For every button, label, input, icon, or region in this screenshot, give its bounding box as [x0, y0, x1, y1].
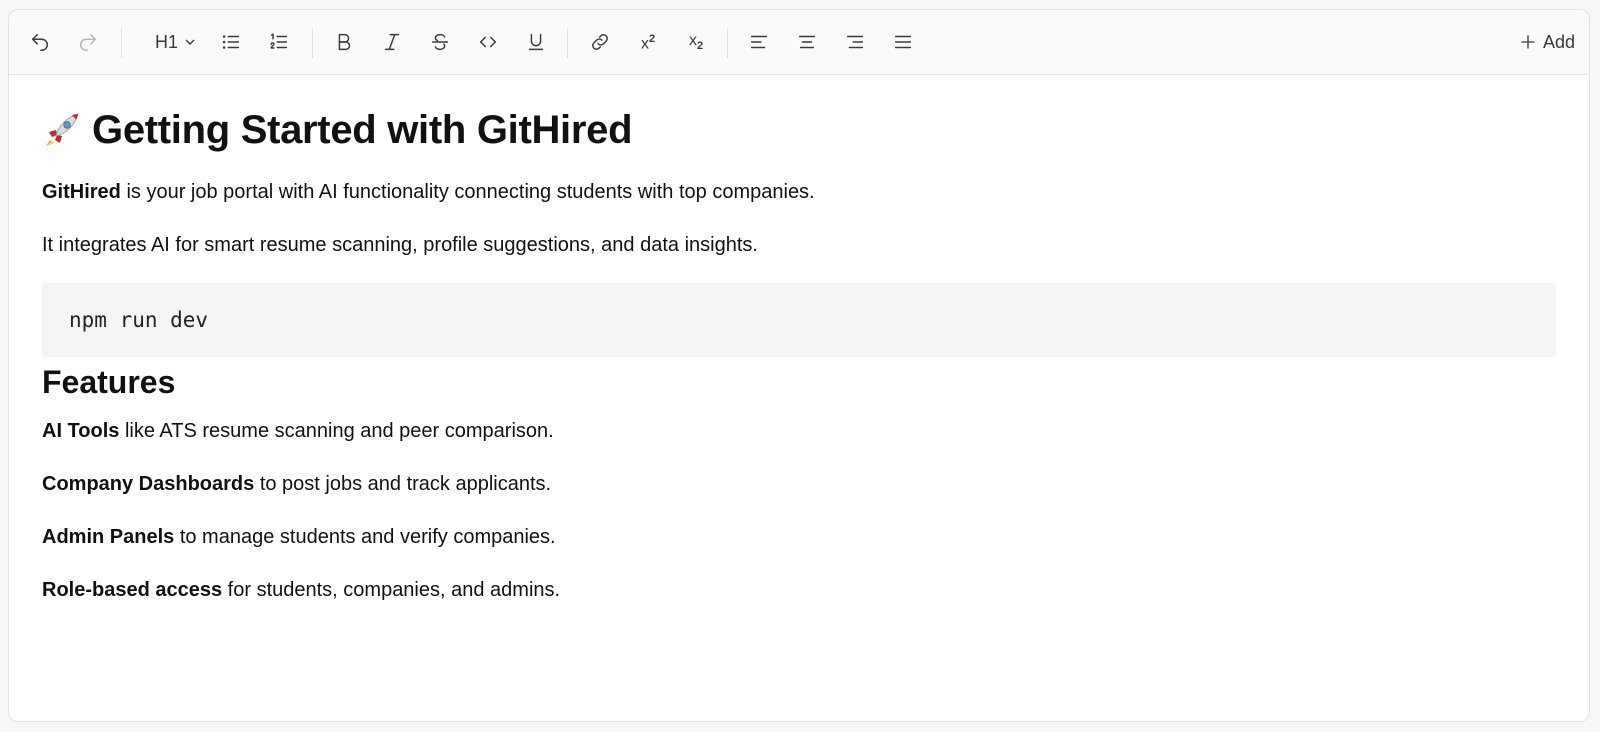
editor-content[interactable]: Getting Started with GitHired GitHired i…: [42, 100, 1556, 604]
redo-button[interactable]: [70, 24, 106, 60]
feature-text: for students, companies, and admins.: [222, 579, 561, 601]
heading-level-value: H1: [155, 31, 179, 52]
document-title-text: Getting Started with GitHired: [92, 108, 633, 152]
superscript-button[interactable]: x2: [630, 24, 666, 60]
link-button[interactable]: [582, 24, 618, 60]
underline-icon: [528, 33, 544, 51]
subscript-icon: x2: [688, 31, 704, 53]
feature-bold: Admin Panels: [42, 526, 175, 548]
intro-text: is your job portal with AI functionality…: [120, 181, 815, 203]
ordered-list-button[interactable]: [261, 24, 297, 60]
italic-button[interactable]: [374, 24, 410, 60]
integrates-paragraph: It integrates AI for smart resume scanni…: [42, 234, 758, 256]
feature-bold: Role-based access: [42, 579, 223, 601]
strikethrough-icon: [431, 33, 449, 51]
align-right-button[interactable]: [837, 24, 873, 60]
toolbar-divider: [121, 28, 122, 58]
feature-bold: AI Tools: [42, 420, 120, 442]
bold-button[interactable]: [326, 24, 362, 60]
chevron-down-icon: [185, 39, 195, 45]
code-icon: [479, 36, 497, 48]
bold-icon: [338, 33, 351, 51]
feature-text: to manage students and verify companies.: [174, 526, 556, 548]
link-icon: [592, 34, 608, 50]
feature-text: like ATS resume scanning and peer compar…: [119, 420, 554, 442]
align-justify-icon: [894, 35, 912, 49]
superscript-icon: x2: [640, 33, 656, 53]
strikethrough-button[interactable]: [422, 24, 458, 60]
subscript-button[interactable]: x2: [678, 24, 714, 60]
plus-icon: [1521, 35, 1535, 49]
intro-bold: GitHired: [42, 181, 121, 203]
add-button-label: Add: [1542, 31, 1575, 52]
toolbar-divider: [727, 28, 728, 58]
heading-level-select[interactable]: H1: [147, 24, 203, 60]
feature-text: to post jobs and track applicants.: [254, 473, 552, 495]
features-heading: Features: [42, 364, 176, 400]
align-left-icon: [750, 35, 768, 49]
align-left-button[interactable]: [741, 24, 777, 60]
redo-icon: [80, 33, 97, 51]
editor-toolbar: H1 x2 x2 Add: [9, 10, 1589, 75]
align-center-button[interactable]: [789, 24, 825, 60]
document-title: Getting Started with GitHired: [42, 100, 1556, 160]
intro-paragraph: GitHired is your job portal with AI func…: [42, 178, 1556, 206]
feature-item: Admin Panels to manage students and veri…: [42, 523, 1556, 551]
bullet-list-icon: [222, 35, 240, 49]
italic-icon: [384, 33, 400, 51]
add-button[interactable]: Add: [1519, 24, 1575, 60]
feature-item: AI Tools like ATS resume scanning and pe…: [42, 417, 1556, 445]
undo-icon: [31, 33, 48, 51]
feature-item: Role-based access for students, companie…: [42, 576, 1556, 604]
rocket-icon: [46, 113, 79, 146]
align-right-icon: [846, 35, 864, 49]
align-center-icon: [798, 35, 816, 49]
toolbar-divider: [312, 28, 313, 58]
toolbar-divider: [567, 28, 568, 58]
ordered-list-icon: [270, 33, 288, 49]
feature-item: Company Dashboards to post jobs and trac…: [42, 470, 1556, 498]
code-text: npm run dev: [69, 308, 209, 332]
feature-bold: Company Dashboards: [42, 473, 255, 495]
bullet-list-button[interactable]: [213, 24, 249, 60]
rich-text-editor: H1 x2 x2 Add Getting Started with GitHir…: [8, 9, 1590, 722]
align-justify-button[interactable]: [885, 24, 921, 60]
code-block: npm run dev: [42, 283, 1556, 357]
undo-button[interactable]: [22, 24, 58, 60]
underline-button[interactable]: [518, 24, 554, 60]
code-button[interactable]: [470, 24, 506, 60]
